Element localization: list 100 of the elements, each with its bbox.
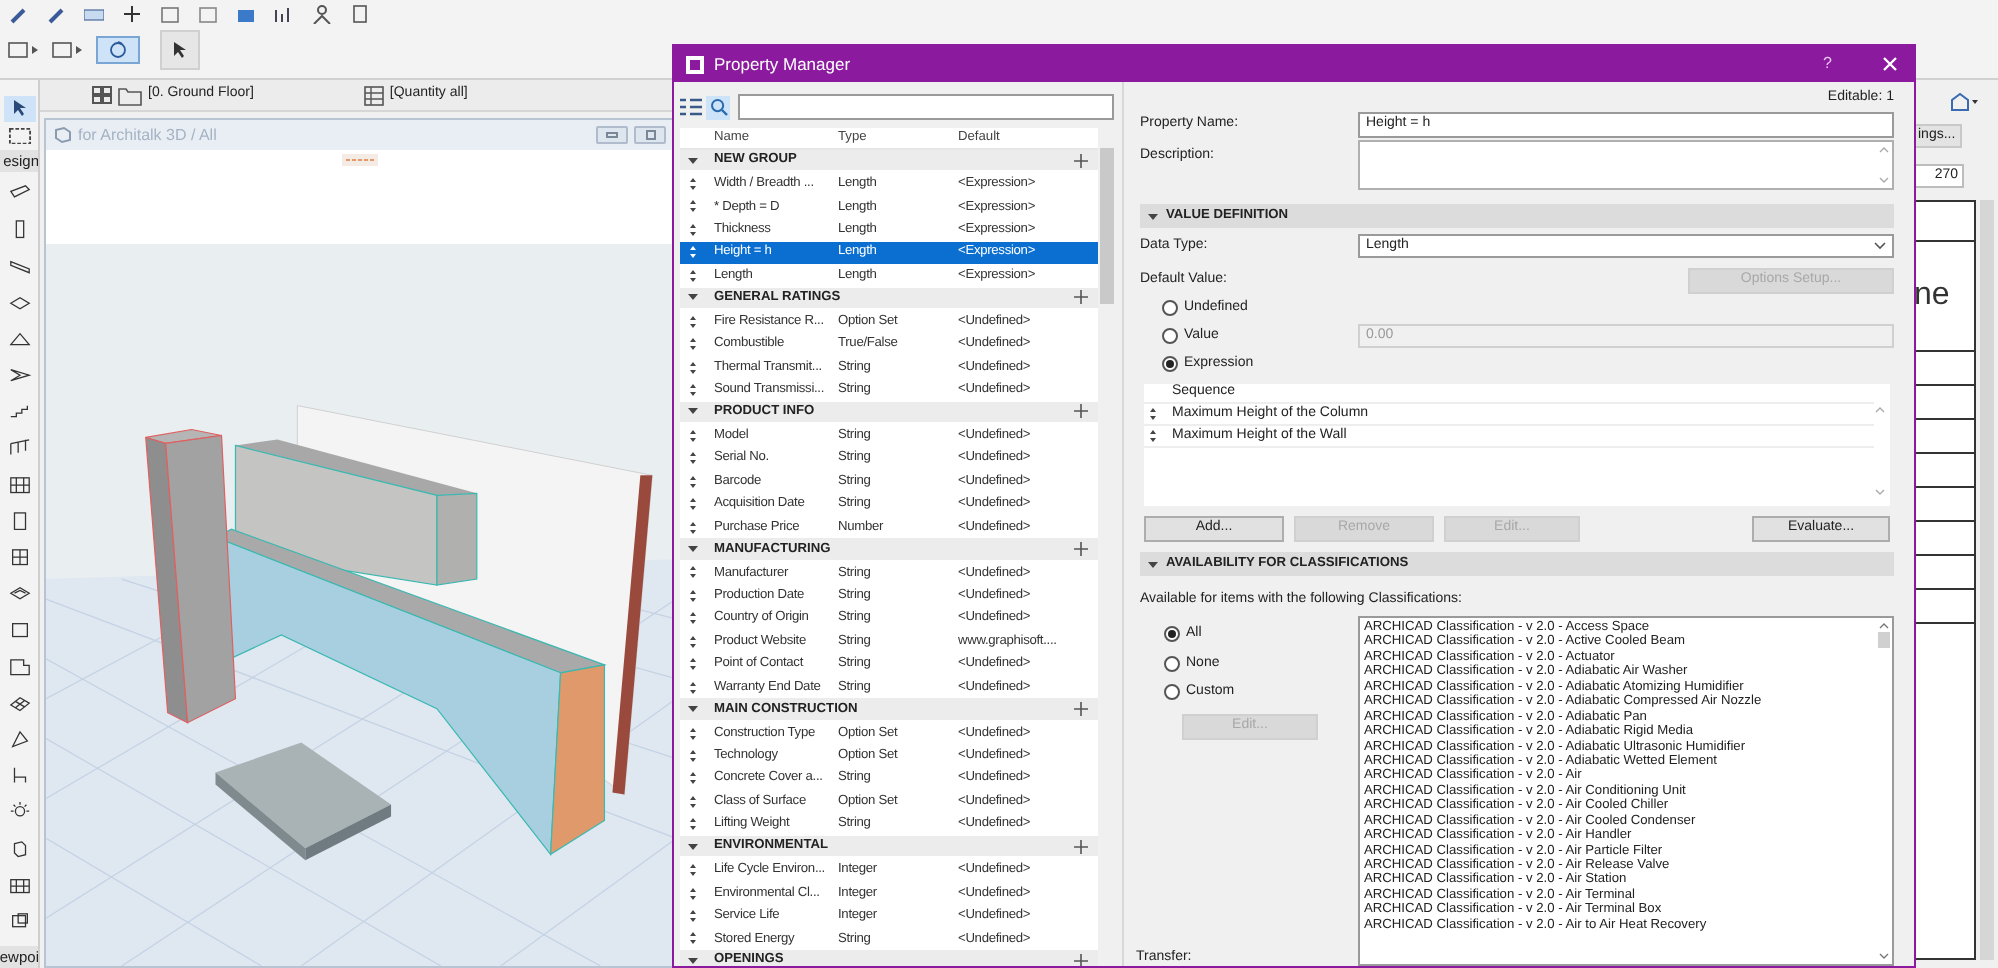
radio-button[interactable] — [1162, 356, 1178, 372]
search-field[interactable] — [738, 94, 1114, 120]
arrow-pointer-icon — [11, 98, 27, 119]
roof-tool-icon[interactable] — [7, 329, 31, 349]
dialog-title: Property Manager — [714, 51, 851, 77]
plus-icon[interactable] — [1074, 404, 1088, 419]
radio-button[interactable] — [1162, 328, 1178, 344]
maximize-button[interactable] — [634, 126, 666, 144]
chart-icon[interactable] — [274, 4, 294, 24]
opening-tool-icon[interactable] — [7, 620, 31, 640]
drag-handle-icon — [690, 749, 696, 762]
drag-handle-icon — [690, 932, 696, 945]
scroll-up-icon — [1878, 620, 1890, 630]
drag-handle-icon — [690, 200, 696, 213]
house-icon[interactable] — [1948, 92, 1980, 112]
person-icon[interactable] — [312, 4, 332, 24]
slab-tool-icon[interactable] — [7, 293, 31, 312]
search-button[interactable] — [706, 95, 730, 119]
drag-handle-icon — [690, 361, 696, 374]
drag-handle-icon — [690, 566, 696, 579]
radio-button[interactable] — [1164, 626, 1180, 643]
morph-tool-icon[interactable] — [7, 729, 31, 749]
classification-list[interactable] — [1358, 616, 1894, 966]
scrollbar[interactable] — [1980, 200, 1994, 960]
table-icon — [363, 85, 384, 105]
plus-icon[interactable] — [1074, 702, 1088, 717]
orbit-button[interactable] — [96, 36, 140, 64]
drag-handle-icon — [690, 383, 696, 396]
drag-handle-icon — [690, 521, 696, 534]
radio-button[interactable] — [1164, 655, 1180, 672]
collapse-arrow-icon[interactable] — [1148, 559, 1158, 569]
plus-icon[interactable] — [1074, 953, 1088, 966]
drag-handle-icon — [690, 635, 696, 648]
stair-tool-icon[interactable] — [7, 402, 31, 421]
document-icon[interactable] — [350, 4, 370, 24]
railing-tool-icon[interactable] — [7, 438, 31, 458]
radio-button[interactable] — [1164, 684, 1180, 701]
drag-handle-icon — [690, 246, 696, 259]
split-view-icon[interactable] — [8, 40, 40, 60]
drag-handle-icon — [1150, 430, 1156, 442]
collapse-arrow-icon[interactable] — [688, 704, 698, 715]
drag-handle-icon — [690, 223, 696, 236]
drag-handle-icon — [690, 452, 696, 465]
drag-handle-icon — [690, 658, 696, 671]
radio-button[interactable] — [1162, 300, 1178, 316]
drag-handle-icon — [690, 498, 696, 511]
chevron-down-icon — [1874, 242, 1886, 250]
drag-handle-icon — [690, 887, 696, 900]
drag-handle-icon — [690, 681, 696, 694]
plus-icon[interactable] — [1074, 542, 1088, 557]
wall-tool-icon[interactable] — [7, 184, 31, 203]
beam-tool-icon[interactable] — [7, 257, 31, 276]
drag-handle-icon — [690, 818, 696, 831]
drag-handle-icon — [690, 589, 696, 602]
shell-tool-icon[interactable] — [7, 366, 31, 385]
drag-handle-icon — [690, 612, 696, 625]
list-view-icon[interactable] — [680, 98, 702, 116]
plus-icon[interactable] — [1074, 290, 1088, 305]
minimize-button[interactable] — [596, 126, 628, 144]
cube-icon — [54, 126, 72, 144]
arrow-pointer-icon — [172, 40, 188, 60]
collapse-arrow-icon[interactable] — [688, 955, 698, 966]
pointer-button[interactable] — [160, 30, 200, 70]
description-field[interactable] — [1358, 140, 1894, 190]
collapse-arrow-icon[interactable] — [1148, 211, 1158, 221]
crosshair-icon[interactable] — [122, 4, 142, 24]
drag-handle-icon — [690, 795, 696, 808]
window-tool-icon[interactable] — [7, 548, 31, 567]
drag-handle-icon — [690, 910, 696, 923]
scrollbar-thumb[interactable] — [1878, 632, 1890, 648]
collapse-arrow-icon[interactable] — [688, 292, 698, 303]
scrollbar[interactable] — [1876, 618, 1892, 964]
collapse-arrow-icon[interactable] — [688, 406, 698, 417]
section-tool-icon[interactable] — [7, 911, 31, 931]
collapse-arrow-icon[interactable] — [688, 155, 698, 166]
skylight-tool-icon[interactable] — [7, 584, 31, 603]
folder-icon — [118, 85, 142, 105]
collapse-arrow-icon[interactable] — [688, 544, 698, 555]
drag-handle-icon — [690, 338, 696, 351]
drag-handle-icon — [690, 178, 696, 191]
marquee-icon[interactable] — [7, 127, 31, 145]
app-icon — [686, 55, 704, 73]
arrow-tool-button[interactable] — [3, 96, 35, 122]
zone-tool-icon[interactable] — [7, 657, 31, 676]
collapse-arrow-icon[interactable] — [688, 841, 698, 852]
drag-handle-icon — [690, 315, 696, 328]
grid-tool-icon[interactable] — [7, 875, 31, 894]
window-icon[interactable] — [52, 40, 84, 60]
plus-icon[interactable] — [1074, 153, 1088, 168]
dash-marker-icon — [342, 154, 378, 166]
drag-handle-icon — [690, 864, 696, 877]
lamp-tool-icon[interactable] — [7, 802, 31, 821]
close-icon[interactable] — [1882, 56, 1898, 72]
help-button[interactable]: ? — [1823, 52, 1832, 76]
scroll-down-icon — [1878, 952, 1890, 962]
plus-icon[interactable] — [1074, 839, 1088, 854]
curtain-wall-tool-icon[interactable] — [7, 475, 31, 494]
window-title: for Architalk 3D / All — [78, 123, 217, 147]
mesh-tool-icon[interactable] — [7, 693, 31, 712]
drag-handle-icon — [690, 772, 696, 785]
